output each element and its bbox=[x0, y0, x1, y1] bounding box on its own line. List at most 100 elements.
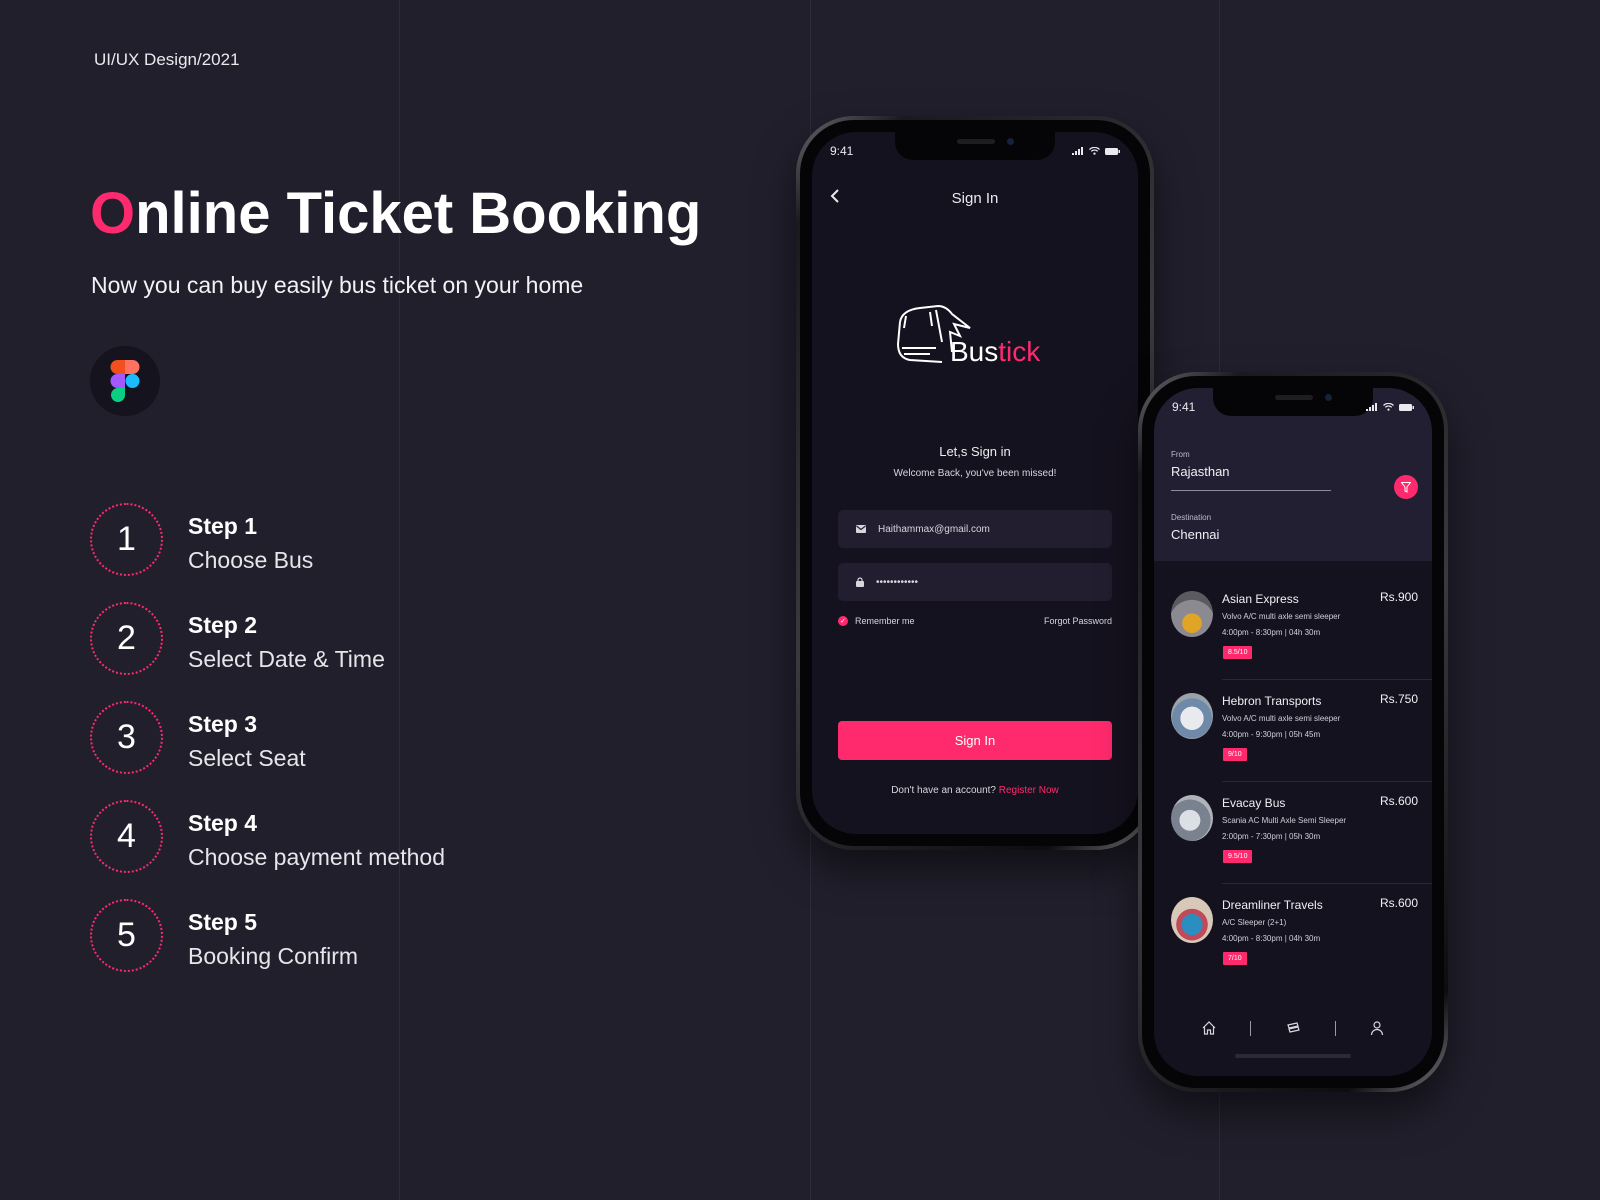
bus-list: Asian Express Volvo A/C multi axle semi … bbox=[1154, 578, 1432, 986]
step-title: Step 3 bbox=[188, 711, 258, 737]
register-now-link[interactable]: Register Now bbox=[999, 785, 1059, 796]
bus-photo bbox=[1171, 897, 1213, 943]
step-number-badge: 2 bbox=[90, 602, 163, 675]
bus-type: Volvo A/C multi axle semi sleeper bbox=[1222, 714, 1341, 723]
logo-text: Bustick bbox=[950, 336, 1040, 368]
from-value[interactable]: Rajasthan bbox=[1171, 464, 1230, 479]
bus-schedule: 2:00pm - 7:30pm | 05h 30m bbox=[1222, 832, 1321, 841]
phone-bezel: From Rajasthan Destination Chennai 9:41 bbox=[1142, 376, 1444, 1088]
step-description: Choose payment method bbox=[188, 844, 445, 870]
step-title: Step 4 bbox=[188, 810, 258, 836]
filter-button[interactable] bbox=[1394, 475, 1418, 499]
bus-name: Evacay Bus bbox=[1222, 796, 1286, 810]
step-number-badge: 3 bbox=[90, 701, 163, 774]
battery-icon bbox=[1105, 147, 1120, 155]
step-title: Step 1 bbox=[188, 513, 258, 539]
status-time: 9:41 bbox=[1172, 400, 1196, 414]
step-number-badge: 4 bbox=[90, 800, 163, 873]
phone-mockup-signin: 9:41 Sign In Bustick Let,s Sign in Welco… bbox=[796, 116, 1154, 850]
bus-schedule: 4:00pm - 8:30pm | 04h 30m bbox=[1222, 628, 1321, 637]
bus-type: Volvo A/C multi axle semi sleeper bbox=[1222, 612, 1341, 621]
home-icon bbox=[1202, 1021, 1216, 1035]
status-bar: 9:41 bbox=[830, 144, 1120, 158]
profile-icon bbox=[1371, 1021, 1384, 1036]
step-title: Step 2 bbox=[188, 612, 258, 638]
bus-list-item[interactable]: Asian Express Volvo A/C multi axle semi … bbox=[1171, 578, 1432, 680]
sign-in-button[interactable]: Sign In bbox=[838, 721, 1112, 760]
bus-price: Rs.750 bbox=[1379, 692, 1418, 706]
bus-schedule: 4:00pm - 8:30pm | 04h 30m bbox=[1222, 934, 1321, 943]
step-description: Booking Confirm bbox=[188, 943, 359, 969]
rating-badge: 7/10 bbox=[1223, 952, 1247, 965]
tab-separator bbox=[1250, 1020, 1252, 1036]
filter-icon bbox=[1401, 481, 1411, 493]
bus-name: Hebron Transports bbox=[1222, 694, 1322, 708]
wifi-icon bbox=[1383, 403, 1394, 411]
status-time: 9:41 bbox=[830, 144, 854, 158]
bus-list-item[interactable]: Evacay Bus Scania AC Multi Axle Semi Sle… bbox=[1171, 782, 1432, 884]
signal-icon bbox=[1072, 147, 1083, 155]
title-accent-letter: O bbox=[90, 181, 136, 246]
bus-price: Rs.600 bbox=[1379, 794, 1418, 808]
step-description: Select Date & Time bbox=[188, 646, 385, 672]
bottom-tab-bar bbox=[1154, 1020, 1432, 1036]
bus-photo bbox=[1171, 795, 1213, 841]
ticket-icon bbox=[1287, 1022, 1300, 1033]
figma-badge bbox=[90, 346, 160, 416]
battery-icon bbox=[1399, 403, 1414, 411]
bus-list-item[interactable]: Dreamliner Travels A/C Sleeper (2+1) 4:0… bbox=[1171, 884, 1432, 986]
rating-badge: 9.5/10 bbox=[1223, 850, 1253, 863]
page-subtitle: Now you can buy easily bus ticket on you… bbox=[91, 272, 584, 298]
rating-badge: 8.5/10 bbox=[1223, 646, 1253, 659]
bus-name: Dreamliner Travels bbox=[1222, 898, 1323, 912]
destination-value[interactable]: Chennai bbox=[1171, 527, 1219, 542]
bus-schedule: 4:00pm - 9:30pm | 05h 45m bbox=[1222, 730, 1321, 739]
bus-photo bbox=[1171, 693, 1213, 739]
tab-home[interactable] bbox=[1201, 1020, 1217, 1036]
bus-name: Asian Express bbox=[1222, 592, 1299, 606]
bus-price: Rs.900 bbox=[1379, 590, 1418, 604]
wifi-icon bbox=[1089, 147, 1100, 155]
bus-list-item[interactable]: Hebron Transports Volvo A/C multi axle s… bbox=[1171, 680, 1432, 782]
phone-bezel: 9:41 Sign In Bustick Let,s Sign in Welco… bbox=[800, 120, 1150, 846]
email-field[interactable]: Haithammax@gmail.com bbox=[838, 510, 1112, 548]
step-title: Step 5 bbox=[188, 909, 258, 935]
register-prompt: Don't have an account? Register Now bbox=[812, 785, 1138, 796]
password-field[interactable]: •••••••••••• bbox=[838, 563, 1112, 601]
bus-type: A/C Sleeper (2+1) bbox=[1222, 918, 1287, 927]
signal-icon bbox=[1366, 403, 1377, 411]
mail-icon bbox=[856, 525, 866, 533]
register-prompt-text: Don't have an account? bbox=[891, 785, 996, 796]
signin-heading: Let,s Sign in bbox=[939, 444, 1011, 459]
welcome-text: Welcome Back, you've been missed! bbox=[893, 468, 1057, 479]
bus-list-screen: From Rajasthan Destination Chennai 9:41 bbox=[1154, 388, 1432, 1076]
project-tag: UI/UX Design/2021 bbox=[94, 50, 240, 69]
divider bbox=[1171, 490, 1331, 491]
tab-separator bbox=[1334, 1020, 1336, 1036]
home-indicator bbox=[1235, 1054, 1351, 1058]
from-label: From bbox=[1171, 450, 1190, 459]
step-description: Choose Bus bbox=[188, 547, 314, 573]
phone-mockup-bus-list: From Rajasthan Destination Chennai 9:41 bbox=[1138, 372, 1448, 1092]
remember-me-label: Remember me bbox=[855, 616, 915, 626]
lock-icon bbox=[856, 577, 864, 587]
tab-tickets[interactable] bbox=[1285, 1020, 1301, 1036]
screen-title: Sign In bbox=[951, 190, 999, 207]
email-value: Haithammax@gmail.com bbox=[878, 523, 990, 535]
logo-text-suffix: tick bbox=[998, 336, 1041, 367]
bus-type: Scania AC Multi Axle Semi Sleeper bbox=[1222, 816, 1347, 825]
rating-badge: 9/10 bbox=[1223, 748, 1247, 761]
figma-logo-icon bbox=[110, 360, 140, 402]
checkmark-icon: ✓ bbox=[838, 616, 848, 626]
page-title: Online Ticket Booking bbox=[90, 180, 701, 247]
remember-me-checkbox[interactable]: ✓ Remember me bbox=[838, 616, 915, 626]
title-rest: nline Ticket Booking bbox=[135, 181, 702, 246]
step-number-badge: 1 bbox=[90, 503, 163, 576]
bus-photo bbox=[1171, 591, 1213, 637]
step-number-badge: 5 bbox=[90, 899, 163, 972]
forgot-password-link[interactable]: Forgot Password bbox=[1044, 616, 1112, 626]
tab-profile[interactable] bbox=[1369, 1020, 1385, 1036]
step-description: Select Seat bbox=[188, 745, 306, 771]
logo-text-prefix: Bus bbox=[950, 336, 999, 367]
signin-screen: 9:41 Sign In Bustick Let,s Sign in Welco… bbox=[812, 132, 1138, 834]
